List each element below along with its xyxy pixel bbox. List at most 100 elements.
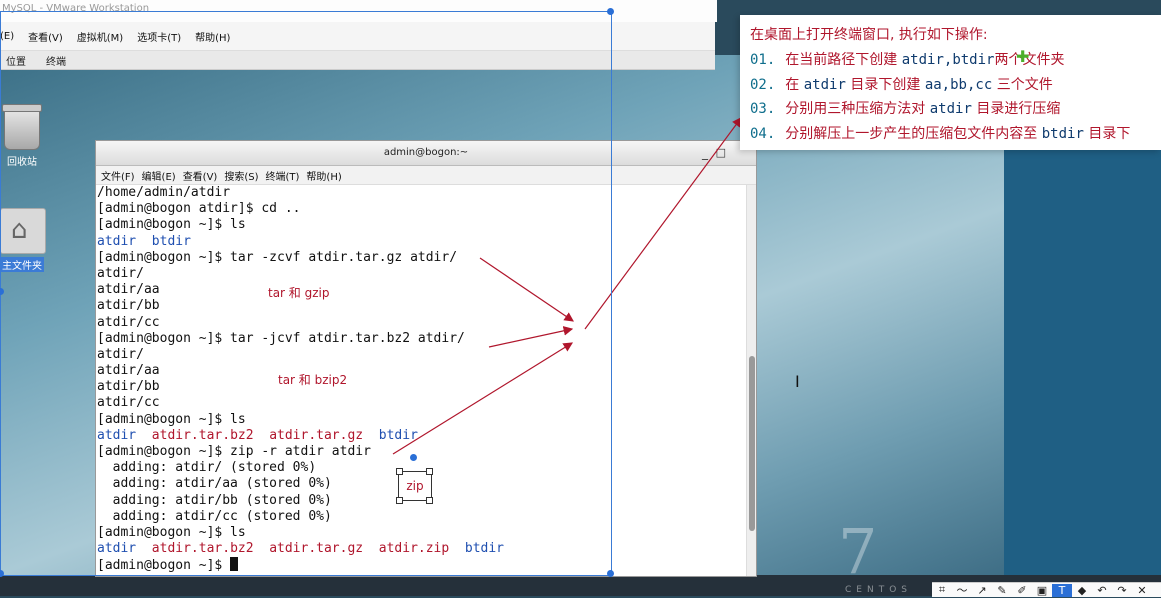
terminal-text: atdir/bb — [97, 379, 160, 395]
desktop-icon-trash[interactable]: 回收站 — [0, 104, 44, 168]
terminal-line: atdir atdir.tar.bz2 atdir.tar.gz atdir.z… — [97, 541, 747, 557]
arrow-icon[interactable]: ↗ — [972, 584, 992, 597]
rotate-handle[interactable] — [410, 454, 417, 461]
pen-icon[interactable]: ✎ — [992, 584, 1012, 597]
undo-icon[interactable]: ↶ — [1092, 584, 1112, 597]
text-cursor-icon: I — [795, 372, 800, 391]
desktop-icon-label: 主文件夹 — [0, 257, 44, 272]
terminal-text: [admin@bogon ~]$ — [97, 558, 231, 574]
text-tool-icon[interactable]: T — [1052, 583, 1072, 597]
terminal-text: atdir/ — [97, 346, 144, 362]
minimize-icon[interactable]: _ — [702, 141, 708, 165]
terminal-text: [admin@bogon ~]$ ls — [97, 217, 246, 233]
terminal-title: admin@bogon:~ — [383, 147, 469, 158]
terminal-text: atdir/aa — [97, 363, 160, 379]
terminal-line: [admin@bogon ~]$ tar -zcvf atdir.tar.gz … — [97, 250, 747, 266]
terminal-line: atdir/bb — [97, 298, 747, 314]
terminal-text: adding: atdir/bb (stored 0%) — [97, 492, 332, 508]
resize-handle[interactable] — [396, 497, 403, 504]
terminal-line: atdir/aa — [97, 282, 747, 298]
terminal-menu-help[interactable]: 帮助(H) — [306, 168, 341, 183]
instruction-text: btdir — [1041, 125, 1084, 142]
terminal-line: [admin@bogon ~]$ ls — [97, 412, 747, 428]
instruction-text: 分别解压上一步产生的压缩包文件内容至 — [785, 125, 1042, 142]
terminal-line: atdir/cc — [97, 395, 747, 411]
terminal-line: atdir btdir — [97, 234, 747, 250]
annotation-bzip2: tar 和 bzip2 — [278, 373, 348, 387]
instruction-panel: 在桌面上打开终端窗口, 执行如下操作: 01. 在当前路径下创建 atdir,bt… — [740, 15, 1161, 150]
terminal-line: atdir/ — [97, 266, 747, 282]
terminal-line: atdir/bb — [97, 379, 747, 395]
eraser-icon[interactable]: ◆ — [1072, 584, 1092, 597]
rectangle-icon[interactable]: ▣ — [1032, 584, 1052, 597]
terminal-menu-search[interactable]: 搜索(S) — [224, 168, 258, 183]
instruction-text: 目录下创建 — [845, 76, 925, 93]
terminal-text: btdir — [464, 541, 505, 557]
terminal-text: atdir — [97, 427, 152, 443]
terminal-menu-terminal[interactable]: 终端(T) — [266, 168, 300, 183]
terminal-text: atdir/aa — [97, 282, 160, 298]
maximize-icon[interactable]: □ — [716, 141, 726, 165]
guest-menu-terminal[interactable]: 终端 — [46, 53, 66, 68]
marker-icon[interactable]: ✐ — [1012, 584, 1032, 597]
terminal-text: adding: atdir/cc (stored 0%) — [97, 508, 332, 524]
terminal-text: [admin@bogon ~]$ ls — [97, 524, 246, 540]
terminal-window[interactable]: admin@bogon:~ _ □ 文件(F) 编辑(E) 查看(V) 搜索(S… — [95, 140, 757, 577]
terminal-text: atdir.tar.bz2 atdir.tar.gz atdir.zip — [151, 541, 465, 557]
resize-handle[interactable] — [426, 497, 433, 504]
terminal-output[interactable]: /home/admin/atdir [admin@bogon atdir]$ cd… — [96, 185, 747, 576]
terminal-line: [admin@bogon ~]$ ls — [97, 217, 747, 233]
terminal-text: btdir — [378, 427, 418, 443]
vm-menu-edit[interactable]: (E) — [0, 31, 14, 42]
trash-icon — [2, 104, 42, 150]
vm-menu-vm[interactable]: 虚拟机(M) — [77, 29, 123, 44]
instruction-text: atdir — [803, 76, 846, 93]
centos-logo-word: CENTOS — [845, 585, 912, 595]
terminal-line: adding: atdir/cc (stored 0%) — [97, 509, 747, 525]
terminal-text: adding: atdir/aa (stored 0%) — [97, 476, 332, 492]
terminal-titlebar[interactable]: admin@bogon:~ _ □ — [96, 141, 756, 166]
terminal-menu-edit[interactable]: 编辑(E) — [142, 168, 176, 183]
vm-menu-view[interactable]: 查看(V) — [28, 29, 63, 44]
instruction-item: 02. 在 atdir 目录下创建 aa,bb,cc 三个文件 — [750, 74, 1053, 94]
home-folder-icon — [0, 208, 46, 254]
terminal-scrollbar-thumb[interactable] — [749, 356, 755, 531]
terminal-text: adding: atdir/ (stored 0%) — [97, 460, 317, 476]
selection-handle[interactable] — [607, 8, 614, 15]
vm-menu-help[interactable]: 帮助(H) — [195, 29, 230, 44]
terminal-cursor — [230, 557, 239, 572]
terminal-line: atdir/aa — [97, 363, 747, 379]
terminal-menu-file[interactable]: 文件(F) — [101, 168, 135, 183]
redo-icon[interactable]: ↷ — [1112, 584, 1132, 597]
instruction-text: 分别用三种压缩方法对 — [785, 101, 930, 117]
terminal-line: [admin@bogon atdir]$ cd .. — [97, 201, 747, 217]
terminal-line: [admin@bogon ~]$ — [97, 557, 747, 573]
crop-icon[interactable]: ⌗ — [932, 583, 952, 597]
plus-cursor-icon: ✚ — [1016, 47, 1030, 66]
terminal-line: [admin@bogon ~]$ ls — [97, 525, 747, 541]
terminal-menu-view[interactable]: 查看(V) — [183, 168, 218, 183]
guest-topbar: 位置 终端 — [0, 51, 715, 70]
desktop-icon-label: 回收站 — [7, 157, 37, 168]
resize-handle[interactable] — [396, 468, 403, 475]
instruction-text: 目录进行压缩 — [971, 101, 1061, 117]
instruction-text: aa,bb,cc — [924, 76, 993, 93]
close-icon[interactable]: ✕ — [1132, 584, 1152, 597]
vm-menu-tabs[interactable]: 选项卡(T) — [137, 29, 181, 44]
instruction-text: 在当前路径下创建 — [785, 52, 902, 68]
selection-handle[interactable] — [607, 570, 614, 577]
instruction-text: atdir,btdir — [901, 52, 995, 68]
instruction-title: 在桌面上打开终端窗口, 执行如下操作: — [750, 27, 988, 43]
instruction-number: 01. — [750, 52, 776, 68]
terminal-text: [admin@bogon ~]$ tar -jcvf atdir.tar.bz2… — [97, 330, 465, 346]
desktop-icon-home[interactable]: 主文件夹 — [0, 208, 46, 272]
guest-menu-places[interactable]: 位置 — [6, 53, 26, 68]
resize-handle[interactable] — [426, 468, 433, 475]
terminal-menubar: 文件(F) 编辑(E) 查看(V) 搜索(S) 终端(T) 帮助(H) — [96, 166, 756, 185]
instruction-item: 03. 分别用三种压缩方法对 atdir 目录进行压缩 — [750, 98, 1060, 118]
terminal-line: atdir atdir.tar.bz2 atdir.tar.gz btdir — [97, 428, 747, 444]
instruction-item: 04. 分别解压上一步产生的压缩包文件内容至 btdir 目录下 — [750, 123, 1130, 143]
terminal-line: [admin@bogon ~]$ zip -r atdir atdir — [97, 444, 747, 460]
vm-menubar: (E) 查看(V) 虚拟机(M) 选项卡(T) 帮助(H) — [0, 22, 715, 51]
terminal-text: atdir/cc — [97, 395, 160, 411]
